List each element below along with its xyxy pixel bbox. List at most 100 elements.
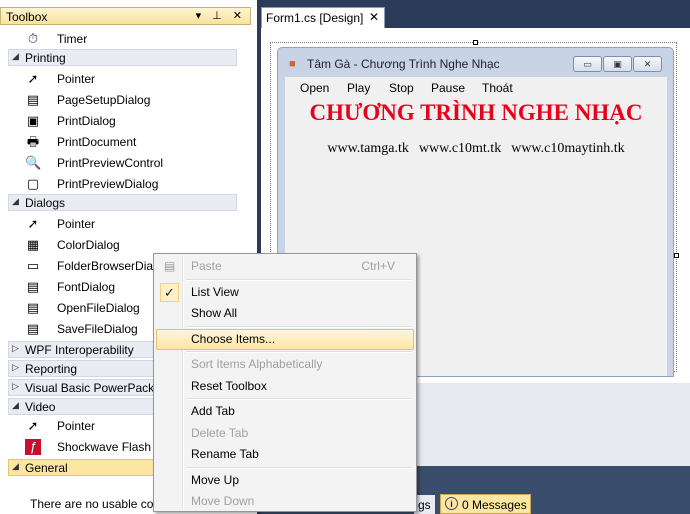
- menu-separator: [186, 325, 412, 328]
- menu-separator: [186, 278, 412, 281]
- expand-arrow-icon[interactable]: ◢: [12, 196, 19, 207]
- folder-browser-icon: ▭: [26, 258, 40, 273]
- menu-item-label: Move Up: [191, 472, 240, 487]
- menu-item-move-down[interactable]: Move Down: [156, 491, 414, 512]
- resize-handle-right[interactable]: [674, 253, 679, 258]
- print-dialog-icon: ▣: [26, 113, 40, 128]
- pointer-icon: ➚: [27, 71, 39, 86]
- toolbox-item[interactable]: ⏱ Timer: [0, 28, 237, 49]
- toolbox-item-label: PrintDialog: [57, 114, 116, 128]
- pointer-icon: ➚: [27, 418, 39, 433]
- category-label: Reporting: [25, 362, 78, 376]
- site-label: www.c10mt.tk: [418, 141, 502, 156]
- toolbox-item[interactable]: ➚ Pointer: [0, 68, 237, 89]
- minimize-icon[interactable]: ▭: [573, 56, 602, 72]
- category-label: Printing: [25, 51, 66, 65]
- checkmark-icon: ✓: [160, 282, 179, 302]
- form-app-icon: ■: [289, 58, 296, 70]
- menu-item-label: Delete Tab: [191, 425, 249, 440]
- menu-item-paste[interactable]: ▤ Paste Ctrl+V: [156, 256, 414, 277]
- menu-thoat[interactable]: Thoát: [482, 81, 513, 95]
- menu-item-sort-items-alphabetically[interactable]: Sort Items Alphabetically: [156, 354, 414, 375]
- menu-item-choose-items[interactable]: Choose Items...: [156, 328, 414, 350]
- menu-item-show-all[interactable]: Show All: [156, 303, 414, 324]
- menu-item-label: Show All: [191, 306, 238, 320]
- maximize-icon[interactable]: ▣: [603, 56, 632, 72]
- save-file-dialog-icon: ▤: [26, 321, 40, 336]
- menu-pause[interactable]: Pause: [431, 81, 465, 95]
- print-preview-dialog-icon: ▢: [26, 176, 40, 191]
- menu-item-label: Move Down: [191, 494, 255, 508]
- toolbox-title-bar: Toolbox ▾ ⊥ ✕: [0, 7, 251, 25]
- toolbox-category-printing[interactable]: ◢ Printing: [8, 49, 237, 66]
- paste-icon: ▤: [164, 259, 176, 273]
- toolbox-item-label: PrintDocument: [57, 135, 137, 149]
- toolbox-item[interactable]: ▤ PageSetupDialog: [0, 89, 237, 110]
- toolbox-item-label: PageSetupDialog: [57, 93, 151, 107]
- toolbox-item[interactable]: ➚ Pointer: [0, 213, 237, 234]
- toolbox-context-menu: ▤ Paste Ctrl+V ✓ List View Show All Choose Ite…: [153, 253, 417, 512]
- resize-handle-top[interactable]: [473, 40, 478, 45]
- shortcut-label: Ctrl+V: [361, 259, 395, 273]
- menu-separator: [186, 398, 412, 400]
- menu-item-list-view[interactable]: ✓ List View: [156, 282, 414, 303]
- pointer-icon: ➚: [27, 216, 39, 231]
- tab-form1-design[interactable]: Form1.cs [Design] ✕: [261, 7, 385, 28]
- menu-item-add-tab[interactable]: Add Tab: [156, 401, 414, 422]
- toolbox-item[interactable]: 🔍 PrintPreviewControl: [0, 152, 237, 173]
- category-label: Video: [25, 400, 56, 414]
- tab-warnings[interactable]: gs: [414, 495, 435, 514]
- toolbox-item-label: ColorDialog: [57, 238, 120, 252]
- toolbox-item-label: SaveFileDialog: [57, 322, 138, 336]
- flash-icon: ƒ: [25, 439, 41, 455]
- toolbox-item-label: OpenFileDialog: [57, 301, 140, 315]
- category-label: General: [25, 461, 68, 475]
- toolbox-item[interactable]: ▢ PrintPreviewDialog: [0, 173, 237, 194]
- site-label: www.tamga.tk: [327, 141, 409, 156]
- website-labels: www.tamga.tk www.c10mt.tk www.c10maytinh.t…: [285, 141, 667, 157]
- toolbox-item-label: PrintPreviewControl: [57, 156, 164, 170]
- menu-item-label: Choose Items...: [191, 331, 276, 346]
- print-preview-control-icon: 🔍: [25, 155, 42, 170]
- expand-arrow-icon[interactable]: ◢: [12, 51, 19, 62]
- form-title: Tâm Gà - Chương Trình Nghe Nhạc: [307, 57, 500, 71]
- menu-item-reset-toolbox[interactable]: Reset Toolbox: [156, 376, 414, 397]
- menu-item-label: Add Tab: [191, 404, 235, 418]
- menu-item-label: Paste: [191, 259, 222, 273]
- expand-arrow-icon[interactable]: ◢: [12, 461, 19, 472]
- toolbox-item-label: Pointer: [57, 72, 96, 86]
- toolbox-window-buttons[interactable]: ▾ ⊥ ✕: [196, 9, 246, 22]
- tab-messages[interactable]: i 0 Messages: [440, 494, 531, 514]
- tab-label: Form1.cs [Design]: [266, 11, 364, 25]
- toolbox-item-label: FontDialog: [57, 280, 116, 294]
- expand-arrow-icon[interactable]: ▷: [12, 343, 19, 354]
- open-file-dialog-icon: ▤: [26, 300, 40, 315]
- menu-item-move-up[interactable]: Move Up: [156, 470, 414, 491]
- site-label: www.c10maytinh.tk: [511, 141, 625, 156]
- menu-item-label: List View: [191, 284, 239, 299]
- page-setup-icon: ▤: [26, 92, 40, 107]
- menu-item-label: Sort Items Alphabetically: [191, 357, 323, 371]
- toolbox-item-label: Pointer: [57, 217, 96, 231]
- menu-play[interactable]: Play: [347, 81, 370, 95]
- info-icon: i: [445, 497, 458, 510]
- menu-separator: [186, 466, 412, 469]
- expand-arrow-icon[interactable]: ▷: [12, 362, 19, 373]
- toolbox-item[interactable]: ▣ PrintDialog: [0, 110, 237, 131]
- menu-open[interactable]: Open: [300, 81, 329, 95]
- close-icon[interactable]: ✕: [369, 10, 379, 24]
- toolbox-item[interactable]: 🖶 PrintDocument: [0, 131, 237, 152]
- toolbox-item[interactable]: ▦ ColorDialog: [0, 234, 237, 255]
- font-dialog-icon: ▤: [26, 279, 40, 294]
- menu-item-rename-tab[interactable]: Rename Tab: [156, 444, 414, 465]
- expand-arrow-icon[interactable]: ◢: [12, 400, 19, 411]
- menu-item-delete-tab[interactable]: Delete Tab: [156, 423, 414, 444]
- category-label: Visual Basic PowerPacks: [25, 381, 161, 395]
- toolbox-category-dialogs[interactable]: ◢ Dialogs: [8, 194, 237, 211]
- menu-item-label: Reset Toolbox: [191, 378, 267, 393]
- toolbox-item-label: Timer: [57, 32, 88, 46]
- menu-item-label: Rename Tab: [191, 447, 259, 461]
- close-window-icon[interactable]: ✕: [633, 56, 662, 72]
- expand-arrow-icon[interactable]: ▷: [12, 381, 19, 392]
- menu-stop[interactable]: Stop: [389, 81, 414, 95]
